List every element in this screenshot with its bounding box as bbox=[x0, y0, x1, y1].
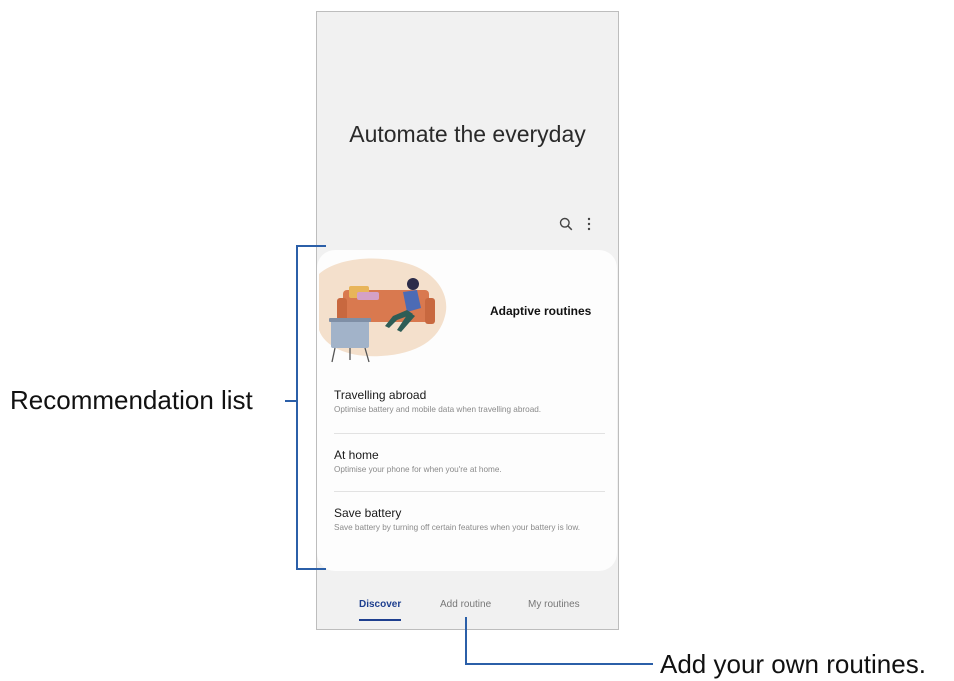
item-title: At home bbox=[334, 448, 379, 462]
callout-recommendation-list: Recommendation list bbox=[10, 385, 253, 415]
active-tab-indicator bbox=[359, 619, 401, 621]
bottom-navigation: Discover Add routine My routines bbox=[317, 599, 618, 627]
callout-connector bbox=[465, 663, 653, 665]
toolbar bbox=[555, 213, 605, 235]
hero-title: Automate the everyday bbox=[349, 121, 586, 147]
recommendation-card: Adaptive routines Travelling abroad Opti… bbox=[317, 250, 617, 571]
more-vertical-icon[interactable] bbox=[586, 216, 592, 232]
callout-add-routine: Add your own routines. bbox=[660, 649, 926, 679]
list-item-travelling-abroad[interactable]: Travelling abroad Optimise battery and m… bbox=[334, 388, 604, 415]
item-description: Save battery by turning off certain feat… bbox=[334, 523, 581, 532]
adaptive-routines-title[interactable]: Adaptive routines bbox=[490, 304, 591, 318]
divider bbox=[334, 433, 605, 434]
callout-bracket-bottom bbox=[296, 568, 326, 570]
item-title: Travelling abroad bbox=[334, 388, 427, 402]
divider bbox=[334, 491, 605, 492]
list-item-save-battery[interactable]: Save battery Save battery by turning off… bbox=[334, 506, 604, 533]
item-title: Save battery bbox=[334, 506, 402, 520]
callout-connector bbox=[465, 617, 467, 665]
tab-add-routine[interactable]: Add routine bbox=[440, 599, 491, 610]
list-item-at-home[interactable]: At home Optimise your phone for when you… bbox=[334, 448, 604, 475]
tab-discover[interactable]: Discover bbox=[359, 599, 401, 610]
callout-connector bbox=[285, 400, 296, 402]
adaptive-routines-illustration bbox=[319, 258, 447, 363]
tab-my-routines[interactable]: My routines bbox=[528, 599, 580, 610]
phone-screen: Automate the everyday Adaptive routines … bbox=[316, 11, 619, 630]
callout-bracket bbox=[296, 245, 298, 570]
item-description: Optimise battery and mobile data when tr… bbox=[334, 405, 542, 414]
item-description: Optimise your phone for when you're at h… bbox=[334, 465, 502, 474]
callout-bracket-top bbox=[296, 245, 326, 247]
search-icon[interactable] bbox=[559, 217, 573, 231]
